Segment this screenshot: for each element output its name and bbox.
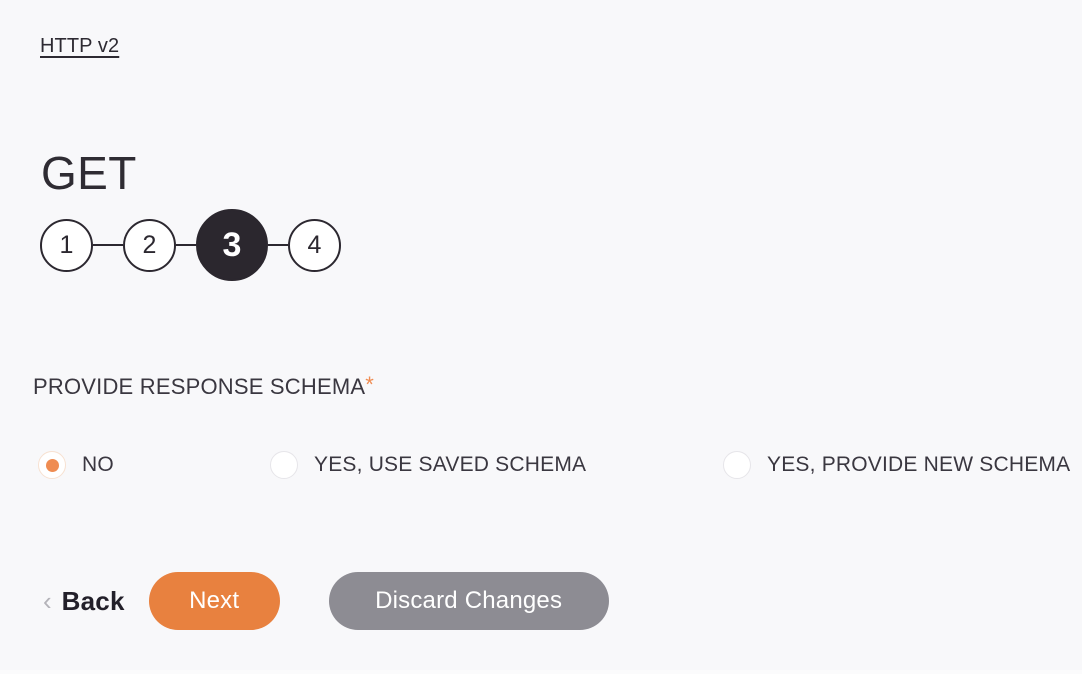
bottom-strip [0, 670, 1082, 674]
field-label-text: PROVIDE RESPONSE SCHEMA [33, 374, 366, 399]
radio-mark-no[interactable] [38, 451, 66, 479]
wizard-page: HTTP v2 GET 1 2 3 4 PROVIDE RESPONSE SCH… [0, 0, 1082, 674]
back-button-label: Back [61, 586, 125, 616]
radio-option-yes-provide-new-schema[interactable]: YES, PROVIDE NEW SCHEMA [723, 448, 1070, 482]
wizard-stepper: 1 2 3 4 [40, 209, 341, 281]
step-connector-2-3 [176, 244, 196, 246]
radio-option-no[interactable]: NO [38, 448, 114, 482]
step-connector-1-2 [93, 244, 123, 246]
back-button[interactable]: ‹ Back [43, 586, 125, 616]
radio-label-no: NO [82, 453, 114, 476]
step-number-1: 1 [59, 230, 74, 259]
discard-changes-button-label: Discard Changes [375, 587, 563, 614]
radio-mark-yes-use-saved-schema[interactable] [270, 451, 298, 479]
step-number-2: 2 [142, 230, 157, 259]
next-button[interactable]: Next [148, 572, 280, 630]
step-number-3: 3 [222, 226, 242, 264]
response-schema-radio-group: NO YES, USE SAVED SCHEMA YES, PROVIDE NE… [38, 448, 1070, 482]
discard-changes-button[interactable]: Discard Changes [328, 572, 609, 630]
chevron-left-icon: ‹ [43, 586, 52, 616]
required-asterisk: * [365, 372, 374, 397]
step-connector-3-4 [268, 244, 288, 246]
next-button-label: Next [189, 587, 240, 614]
step-indicator-4[interactable]: 4 [288, 218, 341, 272]
action-bar: ‹ Back Next Discard Changes [43, 572, 609, 630]
radio-option-yes-use-saved-schema[interactable]: YES, USE SAVED SCHEMA [270, 448, 586, 482]
step-indicator-3[interactable]: 3 [196, 209, 268, 281]
step-number-4: 4 [307, 230, 322, 259]
field-label-provide-response-schema: PROVIDE RESPONSE SCHEMA* [33, 373, 374, 401]
step-indicator-1[interactable]: 1 [40, 218, 93, 272]
step-indicator-2[interactable]: 2 [123, 218, 176, 272]
breadcrumb-http-v2[interactable]: HTTP v2 [40, 33, 119, 59]
radio-dot-icon [45, 458, 59, 472]
page-title: GET [41, 146, 137, 199]
radio-mark-yes-provide-new-schema[interactable] [723, 451, 751, 479]
radio-label-yes-use-saved-schema: YES, USE SAVED SCHEMA [314, 453, 587, 476]
radio-label-yes-provide-new-schema: YES, PROVIDE NEW SCHEMA [767, 453, 1071, 476]
